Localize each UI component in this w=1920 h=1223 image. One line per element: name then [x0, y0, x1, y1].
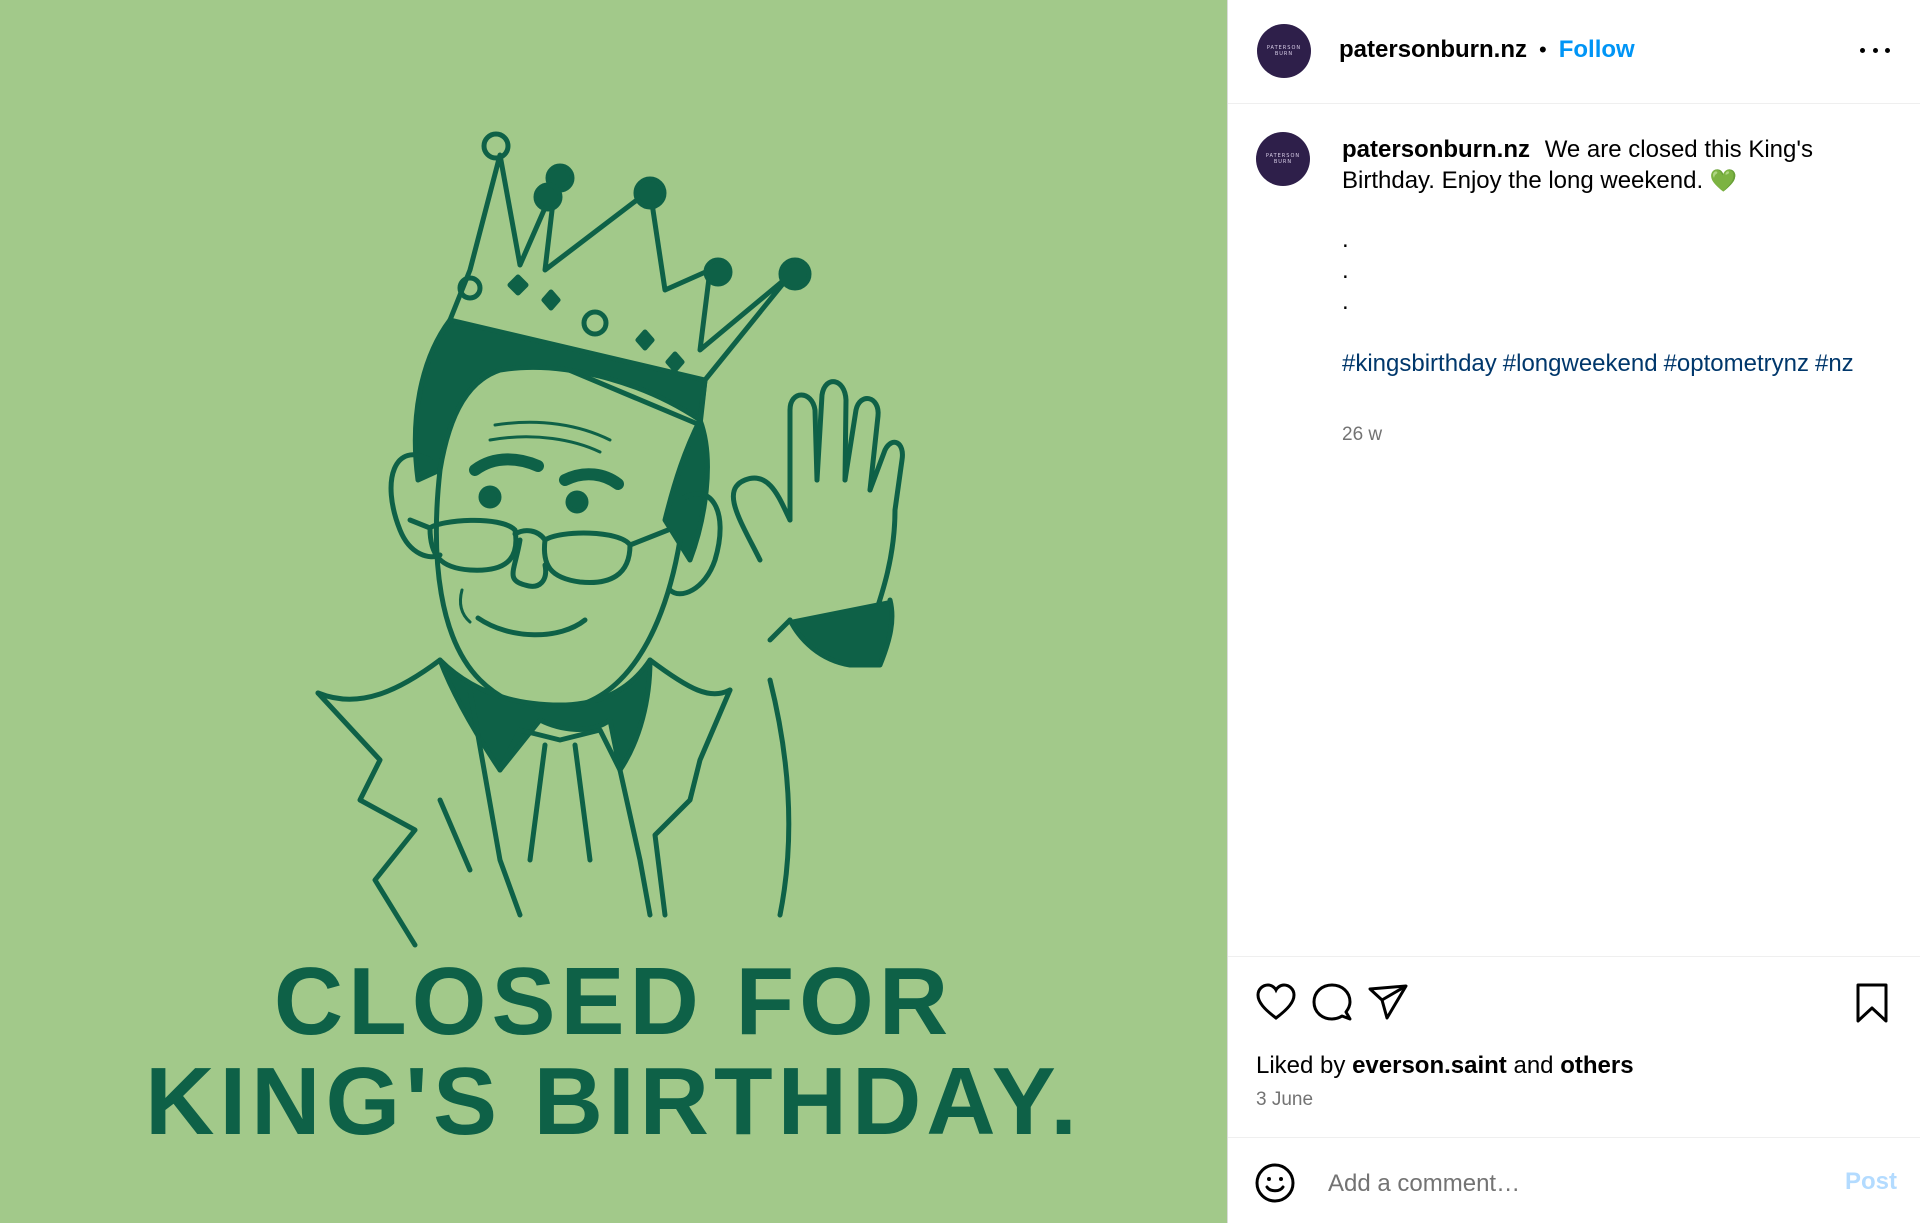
comment-input[interactable] [1326, 1166, 1810, 1202]
heart-icon[interactable] [1254, 981, 1298, 1025]
likes-summary: Liked by everson.saint and others [1256, 1052, 1634, 1080]
instagram-post-view: CLOSED FOR KING'S BIRTHDAY. PATERSON BUR… [0, 0, 1920, 1223]
post-header: PATERSON BURN patersonburn.nz • Follow [1228, 0, 1920, 104]
share-icon[interactable] [1366, 981, 1410, 1025]
follow-button[interactable]: Follow [1559, 36, 1635, 64]
header-separator: • [1539, 37, 1547, 62]
caption-avatar-text-line2: BURN [1273, 159, 1293, 165]
more-horizontal-icon[interactable] [1860, 40, 1890, 60]
liked-by-user-link[interactable]: everson.saint [1352, 1052, 1507, 1079]
avatar[interactable]: PATERSON BURN [1257, 24, 1311, 78]
likes-prefix: Liked by [1256, 1052, 1346, 1079]
caption-dot-lines: . . . [1342, 224, 1349, 317]
caption-dot-line: . [1342, 226, 1349, 253]
bookmark-icon[interactable] [1850, 981, 1894, 1025]
comment-icon[interactable] [1310, 981, 1354, 1025]
post-side-panel: PATERSON BURN patersonburn.nz • Follow P… [1227, 0, 1920, 1223]
post-image[interactable]: CLOSED FOR KING'S BIRTHDAY. [0, 0, 1227, 1223]
king-illustration [315, 131, 905, 948]
caption-text: patersonburn.nz We are closed this King'… [1342, 134, 1862, 196]
caption-avatar[interactable]: PATERSON BURN [1256, 132, 1310, 186]
action-bar [1228, 956, 1920, 1036]
likes-others-link[interactable]: others [1560, 1052, 1633, 1079]
post-comment-button[interactable]: Post [1845, 1168, 1897, 1196]
header-handle-row: patersonburn.nz • Follow [1339, 35, 1635, 65]
header-username-link[interactable]: patersonburn.nz [1339, 36, 1527, 64]
post-date[interactable]: 3 June [1256, 1089, 1313, 1111]
caption-dot-line: . [1342, 257, 1349, 284]
caption-age[interactable]: 26 w [1342, 424, 1382, 446]
avatar-text-line2: BURN [1274, 51, 1294, 57]
image-headline-line2: KING'S BIRTHDAY. [145, 1048, 1082, 1155]
comment-bar: Post [1228, 1137, 1920, 1223]
smiley-icon[interactable] [1253, 1161, 1297, 1205]
hashtag-link[interactable]: #nz [1815, 350, 1854, 377]
caption-dot-line: . [1342, 288, 1349, 315]
green-heart-emoji: 💚 [1709, 168, 1738, 193]
likes-joiner: and [1513, 1052, 1554, 1079]
hashtag-link[interactable]: #kingsbirthday [1342, 350, 1497, 377]
caption-username-link[interactable]: patersonburn.nz [1342, 136, 1530, 163]
image-headline-line1: CLOSED FOR [273, 948, 954, 1055]
caption-hashtags: #kingsbirthday #longweekend #optometrynz #n… [1342, 348, 1862, 379]
hashtag-link[interactable]: #longweekend [1503, 350, 1658, 377]
hashtag-link[interactable]: #optometrynz [1664, 350, 1809, 377]
